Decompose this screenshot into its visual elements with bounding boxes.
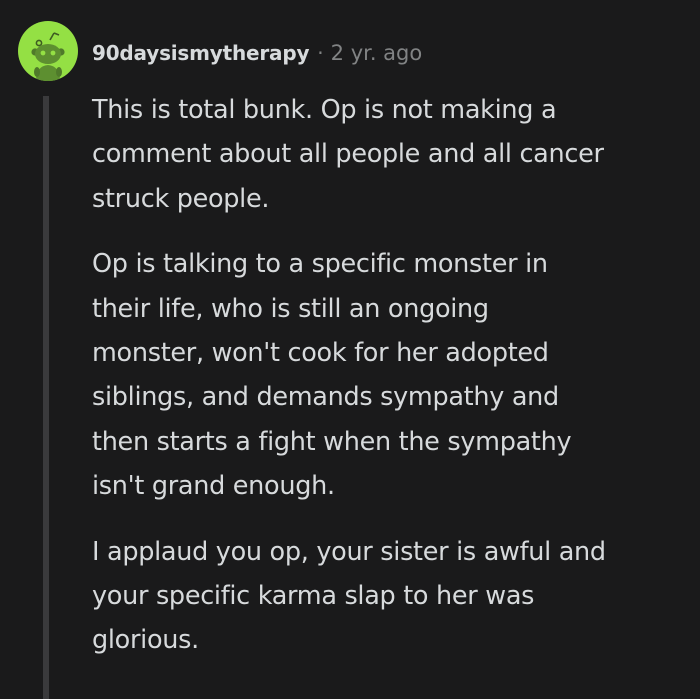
text-line: isn't grand enough. — [92, 471, 335, 502]
username-link[interactable]: 90daysismytherapy — [92, 41, 309, 65]
thread-collapse-line[interactable] — [43, 96, 49, 699]
text-line: siblings, and demands sympathy and — [92, 382, 559, 413]
comment-paragraph: Op is talking to a specific monster in t… — [92, 242, 690, 508]
text-line: glorious. — [92, 625, 199, 656]
comment-meta: 90daysismytherapy · 2 yr. ago — [92, 38, 422, 68]
text-line: then starts a fight when the sympathy — [92, 426, 572, 457]
text-line: comment about all people and all cancer — [92, 139, 604, 170]
comment: 90daysismytherapy · 2 yr. ago This is to… — [0, 0, 700, 699]
text-line: I applaud you op, your sister is awful a… — [92, 536, 606, 567]
text-line: struck people. — [92, 183, 270, 214]
text-line: your specific karma slap to her was — [92, 581, 535, 612]
user-avatar[interactable] — [18, 21, 78, 81]
text-line: Op is talking to a specific monster in — [92, 249, 548, 280]
meta-separator: · — [317, 41, 324, 65]
text-line: This is total bunk. Op is not making a — [92, 95, 557, 125]
text-line: their life, who is still an ongoing — [92, 293, 489, 324]
comment-paragraph: I applaud you op, your sister is awful a… — [92, 530, 690, 663]
reddit-snoo-avatar-icon — [31, 32, 65, 81]
text-line: monster, won't cook for her adopted — [92, 338, 549, 369]
comment-body: This is total bunk. Op is not making a c… — [92, 88, 690, 663]
comment-paragraph: This is total bunk. Op is not making a c… — [92, 88, 690, 221]
comment-timestamp[interactable]: 2 yr. ago — [331, 41, 423, 65]
